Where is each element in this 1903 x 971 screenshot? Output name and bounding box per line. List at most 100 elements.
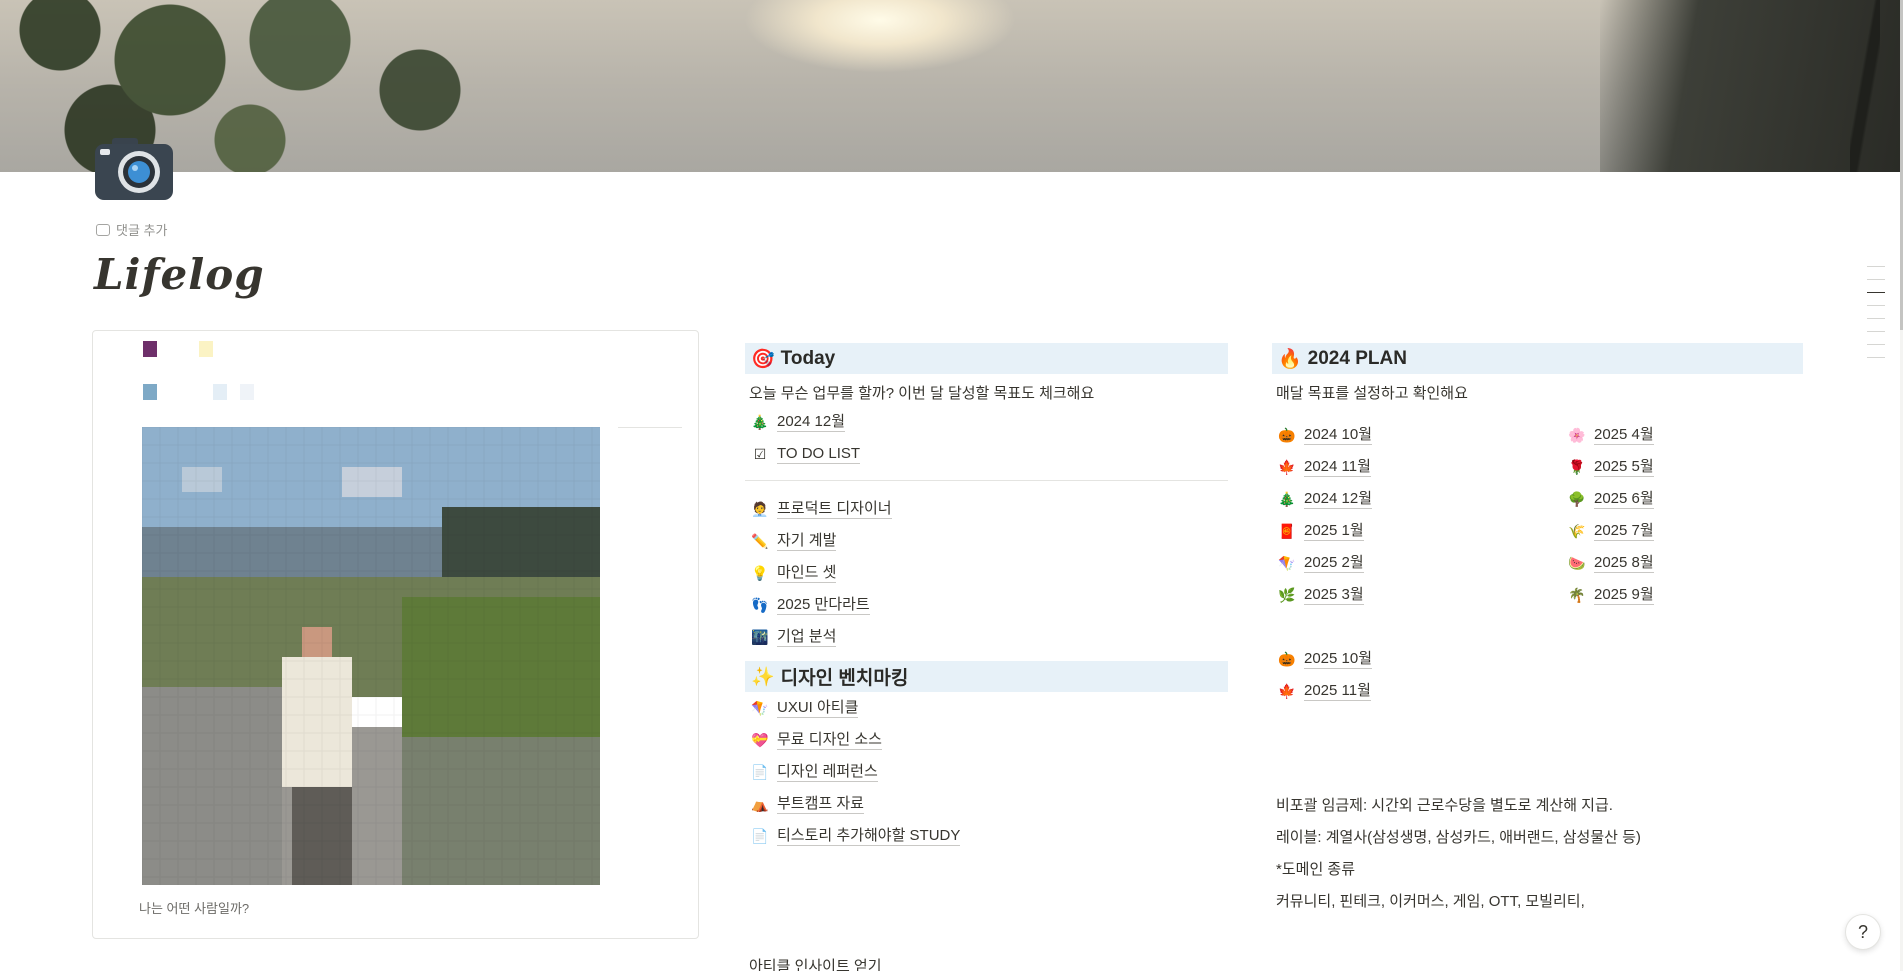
camera-icon[interactable] — [94, 136, 174, 202]
sparkles-icon: ✨ — [751, 666, 775, 688]
page-link-label: 2024 10월 — [1304, 425, 1373, 445]
page-link-label: 자기 계발 — [777, 531, 837, 551]
plan-column: 🔥 2024 PLAN 매달 목표를 설정하고 확인해요 🎃 2024 10월 … — [1272, 343, 1803, 922]
benchmark-header: ✨ 디자인 벤치마킹 — [745, 661, 1228, 692]
note-line[interactable]: *도메인 종류 — [1272, 858, 1803, 890]
note-line[interactable]: 레이블: 계열사(삼성생명, 삼성카드, 애버랜드, 삼성물산 등) — [1272, 826, 1803, 858]
note-line[interactable]: 비포괄 임금제: 시간외 근로수당을 별도로 계산해 지급. — [1272, 794, 1803, 826]
rose-icon: 🌹 — [1568, 458, 1586, 475]
color-swatch — [199, 341, 213, 357]
page-link-month[interactable]: 🍁 2025 11월 — [1272, 675, 1803, 707]
tree-icon: 🌳 — [1568, 490, 1586, 507]
palm-tree-icon: 🌴 — [1568, 586, 1586, 603]
toc-line[interactable] — [1867, 331, 1885, 332]
page-link-month[interactable]: 🎃 2024 10월 — [1272, 419, 1562, 451]
page-link-label: 무료 디자인 소스 — [777, 730, 882, 750]
kite-icon: 🪁 — [1278, 554, 1296, 571]
benchmark-title: 디자인 벤치마킹 — [780, 668, 909, 689]
article-insight-text[interactable]: 아티클 인사이트 얻기 — [749, 956, 882, 971]
christmas-tree-icon: 🎄 — [751, 413, 769, 430]
divider — [745, 480, 1228, 481]
worker-icon: 🧑‍💼 — [751, 500, 769, 517]
toc-line[interactable] — [1867, 266, 1885, 267]
page-link-month[interactable]: 🌴 2025 9월 — [1562, 579, 1802, 611]
christmas-tree-icon: 🎄 — [1278, 490, 1296, 507]
plan-months-left: 🎃 2024 10월 🍁 2024 11월 🎄 2024 12월 🧧 2025 … — [1272, 419, 1562, 611]
today-column: 🎯 Today 오늘 무슨 업무를 할까? 이번 달 달성할 목표도 체크해요 … — [745, 343, 1228, 852]
page-link-label: 2025 3월 — [1304, 585, 1364, 605]
page-link-tistory-study[interactable]: 📄 티스토리 추가해야할 STUDY — [745, 820, 1228, 852]
page-link-month[interactable]: 🍉 2025 8월 — [1562, 547, 1802, 579]
plan-month-grid: 🎃 2024 10월 🍁 2024 11월 🎄 2024 12월 🧧 2025 … — [1272, 419, 1803, 611]
page-link-month[interactable]: 🎃 2025 10월 — [1272, 643, 1803, 675]
page-link-product-designer[interactable]: 🧑‍💼 프로덕트 디자이너 — [745, 493, 1228, 525]
page-link-label: 기업 분석 — [777, 627, 837, 647]
page-link-2024-12[interactable]: 🎄 2024 12월 — [745, 406, 1228, 438]
page-link-mindset[interactable]: 💡 마인드 셋 — [745, 557, 1228, 589]
page-link-label: 2025 4월 — [1594, 425, 1654, 445]
checklist-icon: ☑ — [753, 445, 767, 462]
page-link-month[interactable]: 🌿 2025 3월 — [1272, 579, 1562, 611]
gift-heart-icon: 💝 — [751, 731, 769, 748]
page-link-todo-list[interactable]: ☑ TO DO LIST — [745, 438, 1228, 470]
page-link-month[interactable]: 🌳 2025 6월 — [1562, 483, 1802, 515]
page-link-month[interactable]: 🌾 2025 7월 — [1562, 515, 1802, 547]
plan-months-right: 🌸 2025 4월 🌹 2025 5월 🌳 2025 6월 🌾 2025 7월 … — [1562, 419, 1802, 611]
toc-line[interactable] — [1867, 357, 1885, 358]
toc-line[interactable] — [1867, 318, 1885, 319]
lightbulb-icon: 💡 — [751, 564, 769, 581]
table-of-contents-indicator[interactable] — [1867, 266, 1885, 370]
page-link-label: 부트캠프 자료 — [777, 794, 864, 814]
page-link-self-development[interactable]: ✏️ 자기 계발 — [745, 525, 1228, 557]
add-comment-button[interactable]: 댓글 추가 — [96, 220, 167, 239]
rice-sheaf-icon: 🌾 — [1568, 522, 1586, 539]
page-link-month[interactable]: 🌹 2025 5월 — [1562, 451, 1802, 483]
page-link-label: 2025 8월 — [1594, 553, 1654, 573]
document-icon: 📄 — [751, 763, 769, 780]
toc-line[interactable] — [1867, 279, 1885, 280]
help-button[interactable]: ? — [1845, 914, 1881, 950]
page-link-uxui-article[interactable]: 🪁 UXUI 아티클 — [745, 692, 1228, 724]
page-cover-image[interactable] — [0, 0, 1900, 172]
toc-line[interactable] — [1867, 344, 1885, 345]
herb-icon: 🌿 — [1278, 586, 1296, 603]
toc-line-active[interactable] — [1867, 292, 1885, 293]
cover-foliage-shape — [0, 0, 470, 172]
profile-photo[interactable] — [142, 427, 600, 885]
color-swatch — [143, 384, 157, 400]
note-line[interactable]: 커뮤니티, 핀테크, 이커머스, 게임, OTT, 모빌리티, — [1272, 890, 1803, 922]
page-link-label: 2025 만다라트 — [777, 595, 870, 615]
page-link-bootcamp-material[interactable]: ⛺ 부트캠프 자료 — [745, 788, 1228, 820]
page-link-label: 2025 9월 — [1594, 585, 1654, 605]
kite-icon: 🪁 — [751, 699, 769, 716]
page-link-mandalart[interactable]: 👣 2025 만다라트 — [745, 589, 1228, 621]
page-link-design-reference[interactable]: 📄 디자인 레퍼런스 — [745, 756, 1228, 788]
page-link-free-design-source[interactable]: 💝 무료 디자인 소스 — [745, 724, 1228, 756]
target-icon: 🎯 — [751, 348, 775, 370]
color-swatch — [240, 384, 254, 400]
page-link-label: TO DO LIST — [777, 444, 861, 464]
page-link-label: 2025 1월 — [1304, 521, 1364, 541]
page-link-month[interactable]: 🍁 2024 11월 — [1272, 451, 1562, 483]
card-divider — [618, 427, 682, 428]
page-link-label: 2025 7월 — [1594, 521, 1654, 541]
maple-leaf-icon: 🍁 — [1278, 458, 1296, 475]
today-description: 오늘 무슨 업무를 할까? 이번 달 달성할 목표도 체크해요 — [749, 385, 1095, 402]
page-link-label: 2024 12월 — [777, 412, 846, 432]
today-header: 🎯 Today — [745, 343, 1228, 374]
page-link-month[interactable]: 🎄 2024 12월 — [1272, 483, 1562, 515]
blossom-icon: 🌸 — [1568, 426, 1586, 443]
page-link-month[interactable]: 🌸 2025 4월 — [1562, 419, 1802, 451]
page-title[interactable]: Lifelog — [94, 250, 265, 299]
maple-leaf-icon: 🍁 — [1278, 682, 1296, 699]
page-link-month[interactable]: 🧧 2025 1월 — [1272, 515, 1562, 547]
pumpkin-icon: 🎃 — [1278, 650, 1296, 667]
plan-description: 매달 목표를 설정하고 확인해요 — [1276, 385, 1468, 402]
page-link-label: 마인드 셋 — [777, 563, 837, 583]
toc-line[interactable] — [1867, 305, 1885, 306]
plan-header: 🔥 2024 PLAN — [1272, 343, 1803, 374]
page-link-month[interactable]: 🪁 2025 2월 — [1272, 547, 1562, 579]
page-link-company-analysis[interactable]: 🌃 기업 분석 — [745, 621, 1228, 653]
page-link-label: 2025 2월 — [1304, 553, 1364, 573]
add-comment-label: 댓글 추가 — [116, 223, 168, 238]
